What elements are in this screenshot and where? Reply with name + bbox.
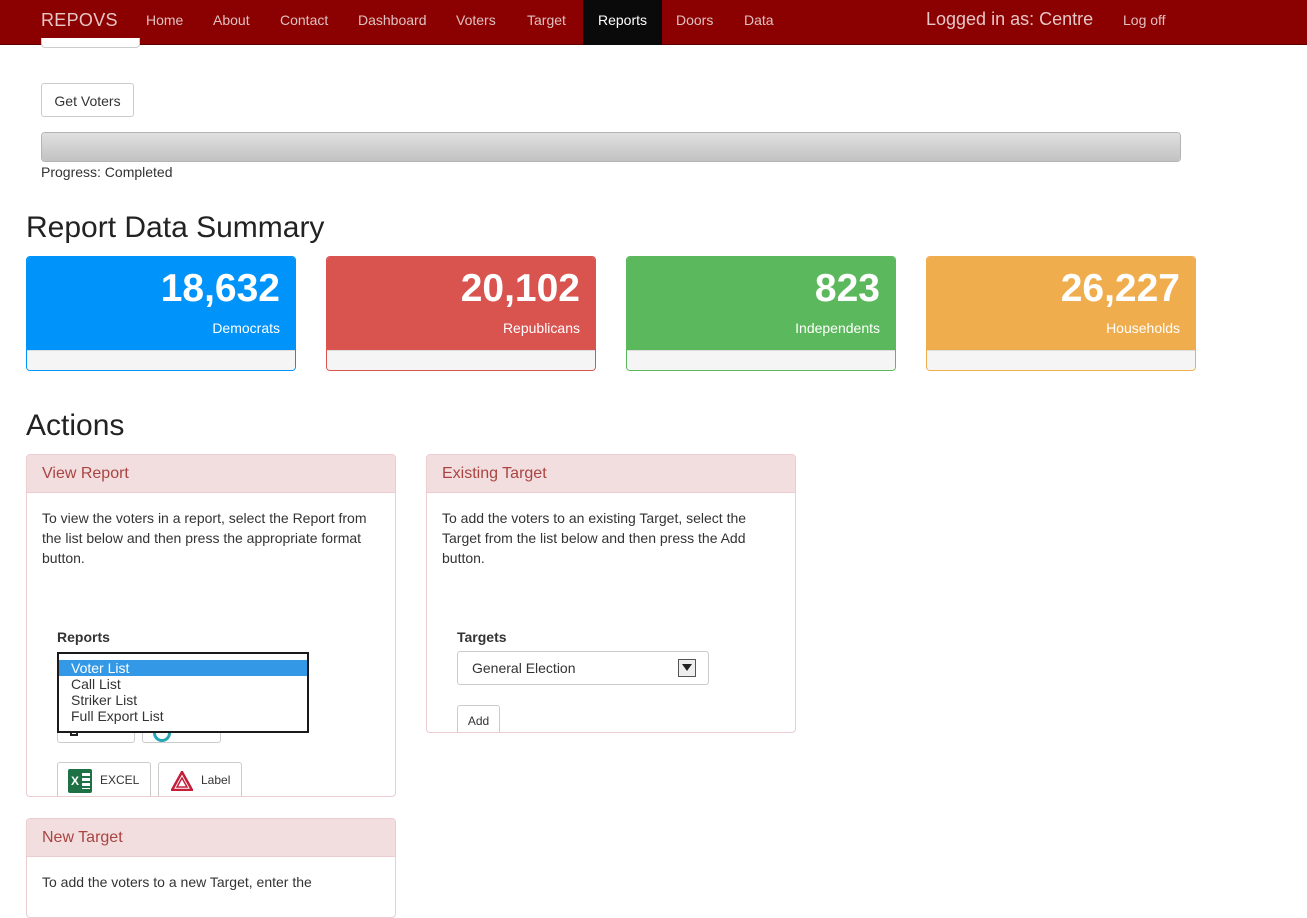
panel-title: Existing Target (427, 455, 795, 493)
summary-title: Report Data Summary (26, 211, 325, 244)
navbar: REPOVS Home About Contact Dashboard Vote… (0, 0, 1307, 45)
stat-card-republicans: 20,102 Republicans (326, 256, 596, 371)
panel-title: New Target (27, 819, 395, 857)
progress-bar (41, 132, 1181, 162)
report-option[interactable]: Call List (59, 676, 307, 692)
stat-value: 18,632 (160, 267, 280, 310)
stat-card-footer (927, 350, 1195, 370)
get-voters-button[interactable]: Get Voters (41, 83, 134, 117)
excel-button[interactable]: X EXCEL (57, 762, 151, 796)
chevron-down-icon[interactable] (678, 659, 696, 677)
excel-icon: X (68, 769, 92, 793)
stat-card-body: 26,227 Households (927, 257, 1195, 350)
stat-card-democrats: 18,632 Democrats (26, 256, 296, 371)
reports-listbox[interactable]: Voter List Call List Striker List Full E… (57, 652, 309, 733)
panel-body: To view the voters in a report, select t… (27, 493, 395, 796)
targets-select-value: General Election (472, 660, 576, 676)
label-icon (171, 771, 193, 791)
progress-status: Progress: Completed (41, 164, 173, 180)
stat-label: Republicans (502, 320, 580, 336)
reports-label: Reports (57, 629, 110, 645)
excel-button-label: EXCEL (100, 773, 140, 787)
nav-reports[interactable]: Reports (583, 0, 662, 45)
report-option[interactable]: Voter List (59, 660, 307, 676)
existing-target-panel: Existing Target To add the voters to an … (426, 454, 796, 733)
nav-data[interactable]: Data (730, 0, 788, 45)
view-report-panel: View Report To view the voters in a repo… (26, 454, 396, 797)
nav-voters[interactable]: Voters (442, 0, 510, 45)
new-target-panel: New Target To add the voters to a new Ta… (26, 818, 396, 918)
report-option[interactable]: Striker List (59, 692, 307, 708)
logoff-link[interactable]: Log off (1123, 0, 1166, 40)
stat-card-footer (327, 350, 595, 370)
stat-label: Democrats (212, 320, 280, 336)
nav-home[interactable]: Home (132, 0, 197, 45)
progress-fill (42, 133, 1180, 161)
panel-body: To add the voters to an existing Target,… (427, 493, 795, 732)
stat-label: Households (1106, 320, 1180, 336)
panel-description: To add the voters to an existing Target,… (442, 510, 747, 566)
stat-card-footer (627, 350, 895, 370)
label-button[interactable]: Label (158, 762, 242, 796)
stat-value: 20,102 (460, 267, 580, 310)
stat-card-body: 20,102 Republicans (327, 257, 595, 350)
nav-contact[interactable]: Contact (266, 0, 342, 45)
targets-select[interactable]: General Election (457, 651, 709, 685)
panel-description: To view the voters in a report, select t… (42, 510, 367, 566)
nav-dashboard[interactable]: Dashboard (344, 0, 441, 45)
stat-card-footer (27, 350, 295, 370)
stat-label: Independents (795, 320, 880, 336)
panel-body: To add the voters to a new Target, enter… (27, 857, 395, 907)
nav-doors[interactable]: Doors (662, 0, 727, 45)
report-option[interactable]: Full Export List (59, 708, 307, 724)
actions-title: Actions (26, 409, 125, 442)
brand-logo[interactable]: REPOVS (41, 10, 118, 31)
stat-card-body: 18,632 Democrats (27, 257, 295, 350)
targets-label: Targets (457, 629, 507, 645)
partial-button[interactable] (41, 38, 140, 48)
label-button-label: Label (201, 773, 231, 787)
stat-card-body: 823 Independents (627, 257, 895, 350)
stat-value: 823 (814, 267, 880, 310)
stat-card-independents: 823 Independents (626, 256, 896, 371)
nav-target[interactable]: Target (513, 0, 580, 45)
stat-value: 26,227 (1060, 267, 1180, 310)
panel-description: To add the voters to a new Target, enter… (42, 874, 312, 890)
nav-about[interactable]: About (199, 0, 264, 45)
logged-in-user[interactable]: Logged in as: Centre (926, 9, 1093, 30)
panel-title: View Report (27, 455, 395, 493)
add-button[interactable]: Add (457, 705, 500, 732)
stat-card-households: 26,227 Households (926, 256, 1196, 371)
